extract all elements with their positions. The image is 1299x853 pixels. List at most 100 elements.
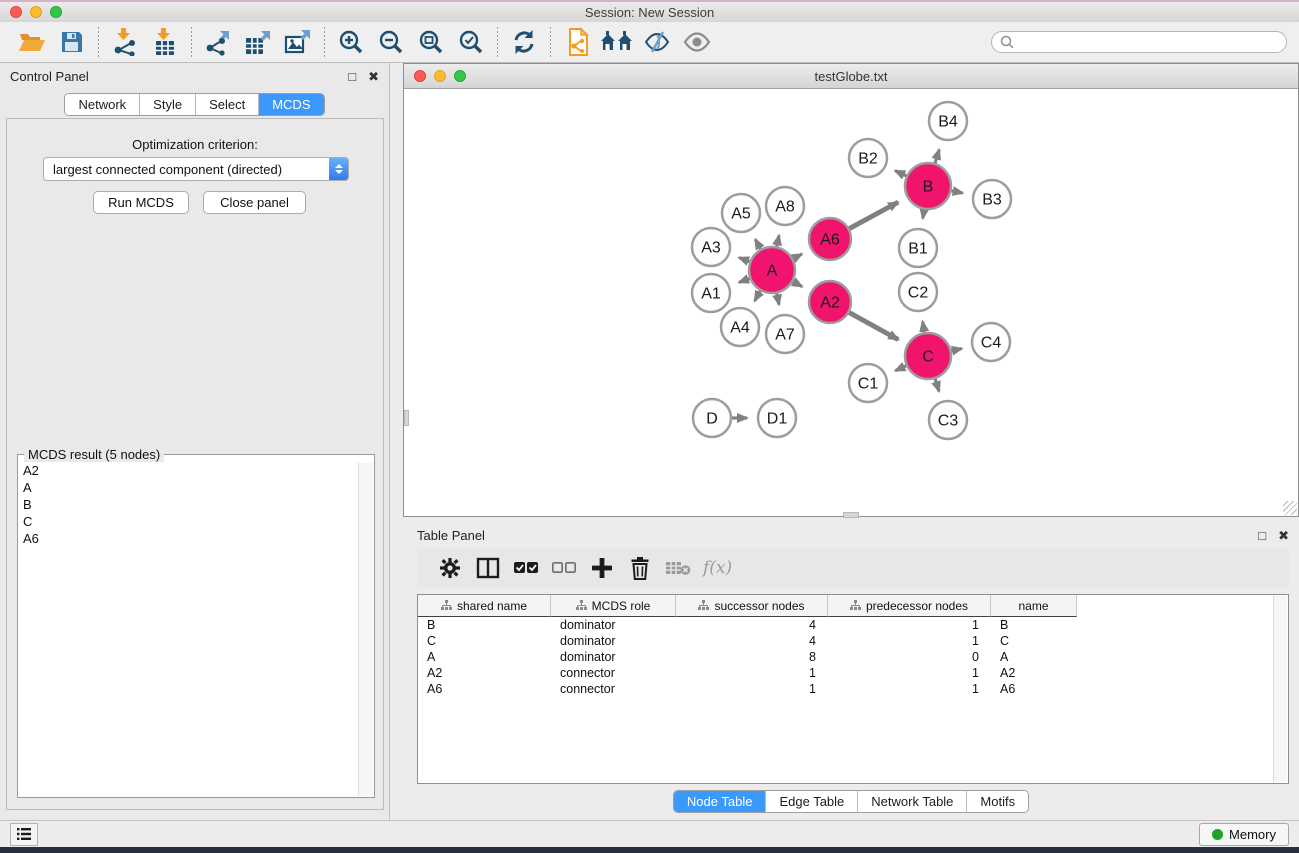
tab-select[interactable]: Select xyxy=(196,94,259,115)
edge-B-B4[interactable] xyxy=(935,150,939,163)
table-row[interactable]: Cdominator41C xyxy=(418,633,1288,649)
table-cell[interactable]: 1 xyxy=(828,634,991,648)
table-cell[interactable]: B xyxy=(991,618,1077,632)
table-cell[interactable]: B xyxy=(418,618,551,632)
delete-column-icon[interactable] xyxy=(623,553,657,583)
node-A1[interactable]: A1 xyxy=(692,274,730,312)
column-header-predecessor-nodes[interactable]: predecessor nodes xyxy=(828,595,991,617)
export-image-icon[interactable] xyxy=(281,26,315,58)
network-graph[interactable]: AA6A2BCA5A8A3A1A4A7B4B2B3B1C2C4C1C3DD1 xyxy=(404,89,1298,516)
zoom-out-icon[interactable] xyxy=(374,26,408,58)
table-cell[interactable]: C xyxy=(418,634,551,648)
result-item[interactable]: A2 xyxy=(19,463,359,480)
node-C1[interactable]: C1 xyxy=(849,364,887,402)
tab-mcds[interactable]: MCDS xyxy=(259,94,323,115)
edge-A-A1[interactable] xyxy=(739,278,749,282)
table-cell[interactable]: A2 xyxy=(418,666,551,680)
save-session-icon[interactable] xyxy=(55,26,89,58)
float-table-panel-icon[interactable]: □ xyxy=(1258,529,1266,542)
node-C[interactable]: C xyxy=(905,333,951,379)
table-cell[interactable]: 1 xyxy=(828,618,991,632)
edge-B-B1[interactable] xyxy=(923,210,924,219)
unselect-all-checkboxes-icon[interactable] xyxy=(547,553,581,583)
result-item[interactable]: A xyxy=(19,480,359,497)
node-A7[interactable]: A7 xyxy=(766,315,804,353)
node-B3[interactable]: B3 xyxy=(973,180,1011,218)
table-cell[interactable]: 1 xyxy=(676,666,828,680)
edge-A-A3[interactable] xyxy=(739,258,749,262)
table-tab-edge-table[interactable]: Edge Table xyxy=(766,791,858,812)
zoom-fit-icon[interactable] xyxy=(414,26,448,58)
export-network-icon[interactable] xyxy=(201,26,235,58)
tab-style[interactable]: Style xyxy=(140,94,196,115)
edge-A6-B[interactable] xyxy=(849,202,898,228)
table-cell[interactable]: 4 xyxy=(676,618,828,632)
hide-graphics-icon[interactable] xyxy=(640,26,674,58)
edge-B-B3[interactable] xyxy=(952,191,963,193)
table-tab-network-table[interactable]: Network Table xyxy=(858,791,967,812)
table-cell[interactable]: connector xyxy=(551,666,676,680)
table-row[interactable]: Bdominator41B xyxy=(418,617,1288,633)
node-B[interactable]: B xyxy=(905,163,951,209)
table-cell[interactable]: A2 xyxy=(991,666,1077,680)
node-C4[interactable]: C4 xyxy=(972,323,1010,361)
table-cell[interactable]: connector xyxy=(551,682,676,696)
delete-table-icon[interactable] xyxy=(661,553,695,583)
close-table-panel-icon[interactable]: ✖ xyxy=(1278,529,1289,542)
column-layout-icon[interactable] xyxy=(471,553,505,583)
home-icon[interactable] xyxy=(600,26,634,58)
table-row[interactable]: A2connector11A2 xyxy=(418,665,1288,681)
node-A6[interactable]: A6 xyxy=(809,218,851,260)
network-window-titlebar[interactable]: testGlobe.txt xyxy=(404,64,1298,89)
node-B4[interactable]: B4 xyxy=(929,102,967,140)
column-header-shared-name[interactable]: shared name xyxy=(418,595,551,617)
table-tab-motifs[interactable]: Motifs xyxy=(967,791,1028,812)
add-column-icon[interactable] xyxy=(585,553,619,583)
node-C2[interactable]: C2 xyxy=(899,273,937,311)
node-A2[interactable]: A2 xyxy=(809,281,851,323)
table-row[interactable]: A6connector11A6 xyxy=(418,681,1288,697)
table-cell[interactable]: dominator xyxy=(551,618,676,632)
node-A[interactable]: A xyxy=(749,247,795,293)
show-graphics-icon[interactable] xyxy=(680,26,714,58)
node-B2[interactable]: B2 xyxy=(849,139,887,177)
export-table-icon[interactable] xyxy=(241,26,275,58)
edge-A-A2[interactable] xyxy=(793,282,802,287)
result-scrollbar[interactable] xyxy=(358,463,373,796)
edge-C-C3[interactable] xyxy=(935,379,939,391)
resize-grip-icon[interactable] xyxy=(1283,501,1297,515)
node-D[interactable]: D xyxy=(693,399,731,437)
search-input[interactable] xyxy=(1020,34,1278,50)
table-tab-node-table[interactable]: Node Table xyxy=(674,791,767,812)
result-item[interactable]: B xyxy=(19,497,359,514)
node-C3[interactable]: C3 xyxy=(929,401,967,439)
edge-A-A5[interactable] xyxy=(755,239,760,249)
node-A8[interactable]: A8 xyxy=(766,187,804,225)
refresh-icon[interactable] xyxy=(507,26,541,58)
edge-C-C2[interactable] xyxy=(923,322,925,333)
open-session-icon[interactable] xyxy=(15,26,49,58)
settings-gear-icon[interactable] xyxy=(433,553,467,583)
float-panel-icon[interactable]: □ xyxy=(348,70,356,83)
new-network-icon[interactable] xyxy=(560,26,594,58)
edge-A-A8[interactable] xyxy=(777,235,779,246)
edge-C-C1[interactable] xyxy=(895,366,906,371)
search-field[interactable] xyxy=(991,31,1287,53)
table-cell[interactable]: 4 xyxy=(676,634,828,648)
task-history-button[interactable] xyxy=(10,823,38,846)
bottom-splitter-handle[interactable] xyxy=(843,512,859,518)
edge-B-B2[interactable] xyxy=(895,171,906,176)
node-B1[interactable]: B1 xyxy=(899,229,937,267)
edge-A-A6[interactable] xyxy=(793,254,802,259)
import-network-icon[interactable] xyxy=(108,26,142,58)
function-builder-icon[interactable]: f(x) xyxy=(703,558,732,578)
table-cell[interactable]: A6 xyxy=(991,682,1077,696)
run-mcds-button[interactable]: Run MCDS xyxy=(93,191,189,214)
node-A3[interactable]: A3 xyxy=(692,228,730,266)
close-panel-button[interactable]: Close panel xyxy=(203,191,306,214)
edge-A-A4[interactable] xyxy=(755,291,761,301)
table-row[interactable]: Adominator80A xyxy=(418,649,1288,665)
table-cell[interactable]: 0 xyxy=(828,650,991,664)
table-cell[interactable]: A xyxy=(418,650,551,664)
table-cell[interactable]: A6 xyxy=(418,682,551,696)
